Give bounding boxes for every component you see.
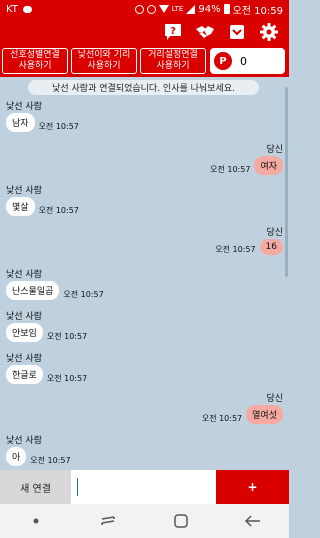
- home-button[interactable]: [166, 511, 196, 531]
- message-item: 낯선 사람 아 오전 10:57: [6, 433, 71, 466]
- new-connection-button[interactable]: 새 연결: [0, 470, 71, 504]
- message-time: 오전 10:57: [46, 374, 88, 383]
- handshake-icon: [196, 25, 214, 38]
- mode-label-line2: 사용하기: [87, 61, 121, 71]
- inbox-icon: [230, 24, 244, 39]
- message-item: 낯선 사람 안보임 오전 10:57: [6, 309, 87, 342]
- carrier-label: KT: [6, 3, 18, 15]
- recent-apps-icon: [101, 516, 116, 525]
- sender-name: 낯선 사람: [6, 312, 42, 322]
- dot-icon: [33, 518, 39, 524]
- message-time: 오전 10:57: [201, 414, 243, 423]
- send-button[interactable]: +: [216, 470, 289, 504]
- stranger-mode-button[interactable]: 낯선이와 기리 사용하기: [71, 48, 137, 74]
- sender-name: 낯선 사람: [6, 436, 42, 446]
- mode-label-line1: 선호성별연결: [10, 50, 60, 60]
- battery-icon: [223, 4, 230, 14]
- mode-label-line2: 사용하기: [18, 61, 52, 71]
- sender-name: 낯선 사람: [6, 102, 42, 112]
- sender-name: 당신: [266, 145, 283, 155]
- home-icon: [173, 514, 188, 528]
- settings-icon: [260, 22, 278, 41]
- message-notification-icon: [22, 5, 32, 13]
- network-label: LTE: [171, 5, 184, 13]
- clock: 오전 10:59: [232, 5, 283, 17]
- message-bubble[interactable]: 난스물일곱: [6, 281, 60, 300]
- app-toolbar: ?: [0, 18, 289, 45]
- recent-apps-button[interactable]: [93, 511, 123, 531]
- message-item: 당신 오전 10:57 열여섯: [202, 391, 283, 424]
- message-bubble[interactable]: 몇살: [6, 197, 35, 216]
- text-cursor: [77, 478, 78, 496]
- settings-button[interactable]: [259, 22, 279, 42]
- help-button[interactable]: ?: [163, 22, 183, 42]
- points-badge-icon: P: [214, 52, 232, 70]
- mode-label-line2: 사용하기: [156, 61, 190, 71]
- message-bubble[interactable]: 한글로: [6, 365, 43, 384]
- distance-mode-button[interactable]: 거리설정연결 사용하기: [140, 48, 206, 74]
- input-bar: 새 연결 +: [0, 470, 289, 504]
- wifi-icon: [158, 5, 169, 13]
- mute-icon: [134, 4, 144, 14]
- mode-label-line1: 거리설정연결: [148, 50, 198, 60]
- alarm-icon: [146, 4, 156, 14]
- message-item: 당신 오전 10:57 여자: [210, 142, 283, 175]
- message-time: 오전 10:57: [38, 206, 79, 215]
- signal-icon: [186, 4, 196, 14]
- message-item: 낯선 사람 몇살 오전 10:57: [6, 183, 79, 216]
- sender-name: 낯선 사람: [6, 186, 42, 196]
- preferred-gender-mode-button[interactable]: 선호성별연결 사용하기: [2, 48, 68, 74]
- chat-area[interactable]: 낯선 사람과 연결되었습니다. 인사를 나눠보세요. 낯선 사람 남자 오전 1…: [0, 77, 289, 470]
- message-bubble[interactable]: 16: [259, 239, 283, 255]
- svg-text:?: ?: [170, 26, 176, 37]
- mode-label-line1: 낯선이와 기리: [77, 50, 131, 60]
- sender-name: 당신: [266, 228, 283, 238]
- message-time: 오전 10:57: [38, 122, 79, 131]
- back-icon: [244, 515, 260, 527]
- message-time: 오전 10:57: [63, 290, 104, 299]
- sender-name: 낯선 사람: [6, 354, 42, 364]
- connection-notice: 낯선 사람과 연결되었습니다. 인사를 나눠보세요.: [28, 80, 259, 95]
- sender-name: 당신: [266, 394, 283, 404]
- nav-dot-button[interactable]: [21, 511, 51, 531]
- handshake-button[interactable]: [195, 22, 215, 42]
- message-time: 오전 10:57: [215, 245, 256, 254]
- connection-mode-bar: 선호성별연결 사용하기 낯선이와 기리 사용하기 거리설정연결 사용하기 P 0: [0, 45, 289, 77]
- sender-name: 낯선 사람: [6, 270, 42, 280]
- status-bar: KT LTE 94% 오전 10:59: [0, 0, 289, 18]
- message-time: 오전 10:57: [46, 332, 88, 341]
- battery-label: 94%: [198, 3, 221, 15]
- message-item: 낯선 사람 남자 오전 10:57: [6, 99, 79, 132]
- message-bubble[interactable]: 남자: [6, 113, 35, 132]
- inbox-button[interactable]: [227, 22, 247, 42]
- message-bubble[interactable]: 아: [6, 447, 27, 466]
- points-display[interactable]: P 0: [210, 48, 285, 74]
- message-item: 낯선 사람 한글로 오전 10:57: [6, 351, 87, 384]
- message-bubble[interactable]: 안보임: [6, 323, 43, 342]
- message-bubble[interactable]: 열여섯: [246, 405, 283, 424]
- message-time: 오전 10:57: [210, 165, 251, 174]
- back-button[interactable]: [238, 511, 268, 531]
- system-nav-bar: [0, 504, 289, 538]
- message-input[interactable]: [71, 470, 216, 504]
- message-item: 낯선 사람 난스물일곱 오전 10:57: [6, 267, 104, 300]
- message-bubble[interactable]: 여자: [254, 156, 283, 175]
- chat-scrollbar[interactable]: [285, 87, 288, 277]
- help-icon: ?: [165, 23, 181, 40]
- message-item: 당신 오전 10:57 16: [215, 225, 283, 255]
- message-time: 오전 10:57: [30, 456, 71, 465]
- points-value: 0: [240, 54, 247, 68]
